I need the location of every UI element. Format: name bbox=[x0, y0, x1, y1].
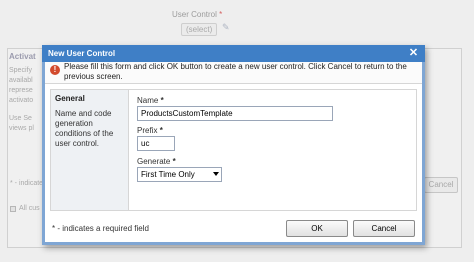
generate-select[interactable]: First Time Only bbox=[137, 167, 222, 182]
name-input[interactable] bbox=[137, 106, 333, 121]
new-user-control-dialog: New User Control ✕ ! Please fill this fo… bbox=[42, 45, 425, 245]
close-icon[interactable]: ✕ bbox=[407, 47, 420, 60]
generate-selected-value: First Time Only bbox=[141, 170, 195, 179]
dialog-titlebar[interactable]: New User Control ✕ bbox=[42, 45, 425, 62]
info-bar: ! Please fill this form and click OK but… bbox=[45, 62, 422, 84]
dialog-title: New User Control bbox=[48, 49, 116, 58]
section-description: Name and code generation conditions of t… bbox=[55, 109, 114, 148]
info-icon: ! bbox=[50, 65, 60, 75]
section-panel: General Name and code generation conditi… bbox=[51, 90, 129, 210]
required-field-note: * - indicates a required field bbox=[52, 224, 149, 233]
prefix-label: Prefix * bbox=[137, 126, 163, 135]
dialog-footer: * - indicates a required field OK Cancel bbox=[45, 214, 422, 242]
cancel-button[interactable]: Cancel bbox=[353, 220, 415, 237]
generate-label: Generate * bbox=[137, 157, 176, 166]
chevron-down-icon bbox=[213, 172, 219, 176]
form-content: General Name and code generation conditi… bbox=[50, 89, 417, 211]
prefix-input[interactable] bbox=[137, 136, 175, 151]
name-label: Name * bbox=[137, 96, 164, 105]
ok-button[interactable]: OK bbox=[286, 220, 348, 237]
info-text: Please fill this form and click OK butto… bbox=[64, 62, 407, 81]
section-title: General bbox=[55, 94, 85, 103]
